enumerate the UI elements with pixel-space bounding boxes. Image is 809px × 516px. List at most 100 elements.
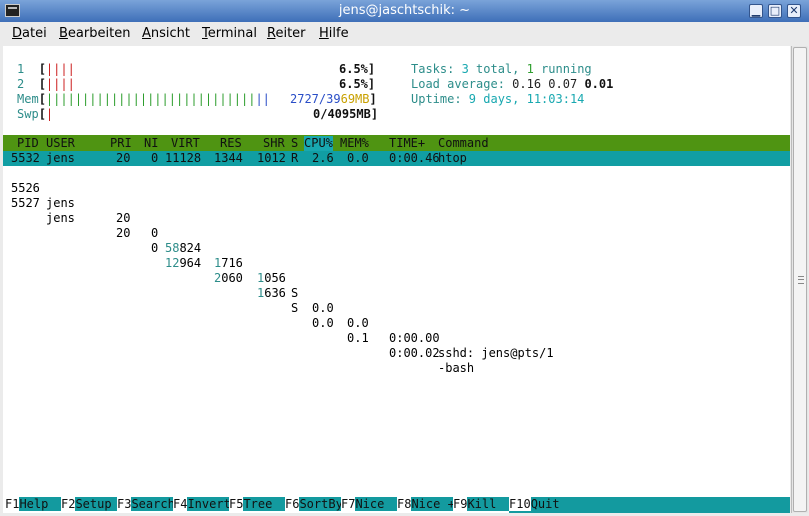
swp-meter: Swp[| [17,107,54,121]
menu-reiter-label: eiter [275,26,306,41]
row-command: -bash [438,361,475,375]
row-virt-lo: 824 [179,241,202,255]
menu-bar: Datei Bearbeiten Ansicht Terminal Reiter… [0,22,809,44]
col-state[interactable]: S [291,136,298,151]
close-button[interactable]: ✕ [787,4,801,18]
row-time: 0:00.46 [389,151,440,165]
menu-ansicht[interactable]: Ansicht [142,26,190,41]
row-virt-hi: 12 [165,256,180,270]
row-shr: 1636 [257,286,286,301]
menu-terminal[interactable]: Terminal [202,26,257,41]
row-ni: 0 [151,241,159,255]
row-shr-lo: 056 [264,271,286,285]
row-pri: 20 [116,151,131,165]
process-row[interactable]: 5527 jens 20 0 12964 2060 1636 S 0.0 0.1… [3,181,790,375]
cpu1-label: 1 [17,62,25,76]
col-mem[interactable]: MEM% [340,136,369,151]
f2-key: F2 [61,497,76,511]
row-mem: 0.0 [347,151,369,165]
menu-hilfe[interactable]: Hilfe [319,26,349,41]
swp-value-wrap: 0/4095MB] [313,107,379,121]
menu-hilfe-mnemonic: H [319,26,329,41]
process-table-header: PID USER PRI NI VIRT RES SHR S CPU% MEM%… [3,135,790,151]
row-pid: 5532 [11,151,40,165]
swp-label: Swp [17,107,39,121]
f9-kill-button[interactable]: F9Kill [453,497,511,513]
col-cpu-sorted[interactable]: CPU% [304,136,333,151]
f9-key: F9 [453,497,468,511]
cpu1-bars: |||| [45,62,75,76]
row-cpu: 2.6 [312,151,334,165]
cpu2-meter: 2 [|||| [17,77,75,91]
vertical-scrollbar[interactable] [791,46,808,513]
row-ni: 0 [151,151,159,165]
uptime-value: 9 days, 11:03:14 [468,92,585,106]
row-user: jens [46,151,75,165]
col-command[interactable]: Command [438,136,489,151]
terminal-window: jens@jaschtschik: ~ ▁ □ ✕ Datei Bearbeit… [0,0,809,516]
row-state: S [291,301,299,315]
col-user[interactable]: USER [46,136,75,151]
row-cpu: 0.0 [312,301,334,315]
row-pri: 20 [116,226,131,240]
f4-invert-button[interactable]: F4Invert [173,497,231,513]
f6-sortby-button[interactable]: F6SortBy [285,497,343,513]
f3-search-button[interactable]: F3Search [117,497,175,513]
load-1min: 0.16 [512,77,542,91]
load-average: Load average: 0.16 0.07 0.01 [411,77,613,92]
col-time[interactable]: TIME+ [389,136,425,151]
tasks-label: Tasks: [411,62,462,76]
f2-setup-button[interactable]: F2Setup [61,497,119,513]
menu-datei-label: atei [22,26,47,41]
f8-nice-plus-button[interactable]: F8Nice + [397,497,455,513]
col-shr[interactable]: SHR [263,136,285,151]
menu-bearbeiten[interactable]: Bearbeiten [59,26,130,41]
row-command: htop [438,151,467,165]
col-ni[interactable]: NI [144,136,158,151]
row-mem: 0.0 [347,316,369,330]
process-row[interactable]: 5526 jens 20 0 58824 1716 1056 S 0.0 0.0… [3,166,790,360]
f3-label: Search [131,497,175,511]
col-pri[interactable]: PRI [110,136,132,151]
tasks-summary: Tasks: 3 total, 1 running [411,62,592,77]
menu-bearbeiten-label: earbeiten [67,26,131,41]
process-row-selected[interactable]: 5532 jens 20 0 11128 1344 1012 R 2.6 0.0… [3,151,790,166]
load-5min: 0.07 [548,77,578,91]
col-res[interactable]: RES [220,136,242,151]
f6-key: F6 [285,497,300,511]
row-pri: 20 [116,211,131,225]
menu-datei[interactable]: Datei [12,26,47,41]
row-state: S [291,286,299,300]
swp-bars: | [45,107,54,121]
mem-total: 69MB [340,92,370,106]
row-shr-lo: 636 [264,286,286,300]
row-virt-hi: 58 [165,241,180,255]
terminal-screen[interactable]: 1 [|||| 6.5%] 2 [|||| 6.5%] Mem[||||||||… [3,46,790,513]
col-pid[interactable]: PID [17,136,39,151]
row-res-lo: 060 [221,271,243,285]
row-res: 2060 [214,271,243,286]
f2-label: Setup [75,497,119,511]
menu-hilfe-label: ilfe [328,26,349,41]
maximize-button[interactable]: □ [768,4,782,18]
menu-reiter[interactable]: Reiter [267,26,306,41]
f10-quit-button[interactable]: F10Quit [509,497,790,513]
f1-help-button[interactable]: F1Help [5,497,63,513]
row-cpu: 0.0 [312,316,334,330]
scrollbar-thumb[interactable] [793,47,807,512]
f1-label: Help [19,497,63,511]
row-user: jens [46,211,75,225]
tasks-running: 1 [526,62,534,76]
col-virt[interactable]: VIRT [171,136,200,151]
row-time: 0:00.02 [389,346,440,360]
uptime-label: Uptime: [411,92,469,106]
mem-bars-buffers: || [255,92,270,106]
minimize-button[interactable]: ▁ [749,4,763,18]
cpu2-label: 2 [17,77,25,91]
title-bar[interactable]: jens@jaschtschik: ~ ▁ □ ✕ [0,0,809,23]
f7-nice-minus-button[interactable]: F7Nice [341,497,399,513]
cpu1-value-wrap: 6.5%] [339,62,376,76]
f1-key: F1 [5,497,20,511]
f5-tree-button[interactable]: F5Tree [229,497,287,513]
row-res: 1716 [214,256,243,271]
